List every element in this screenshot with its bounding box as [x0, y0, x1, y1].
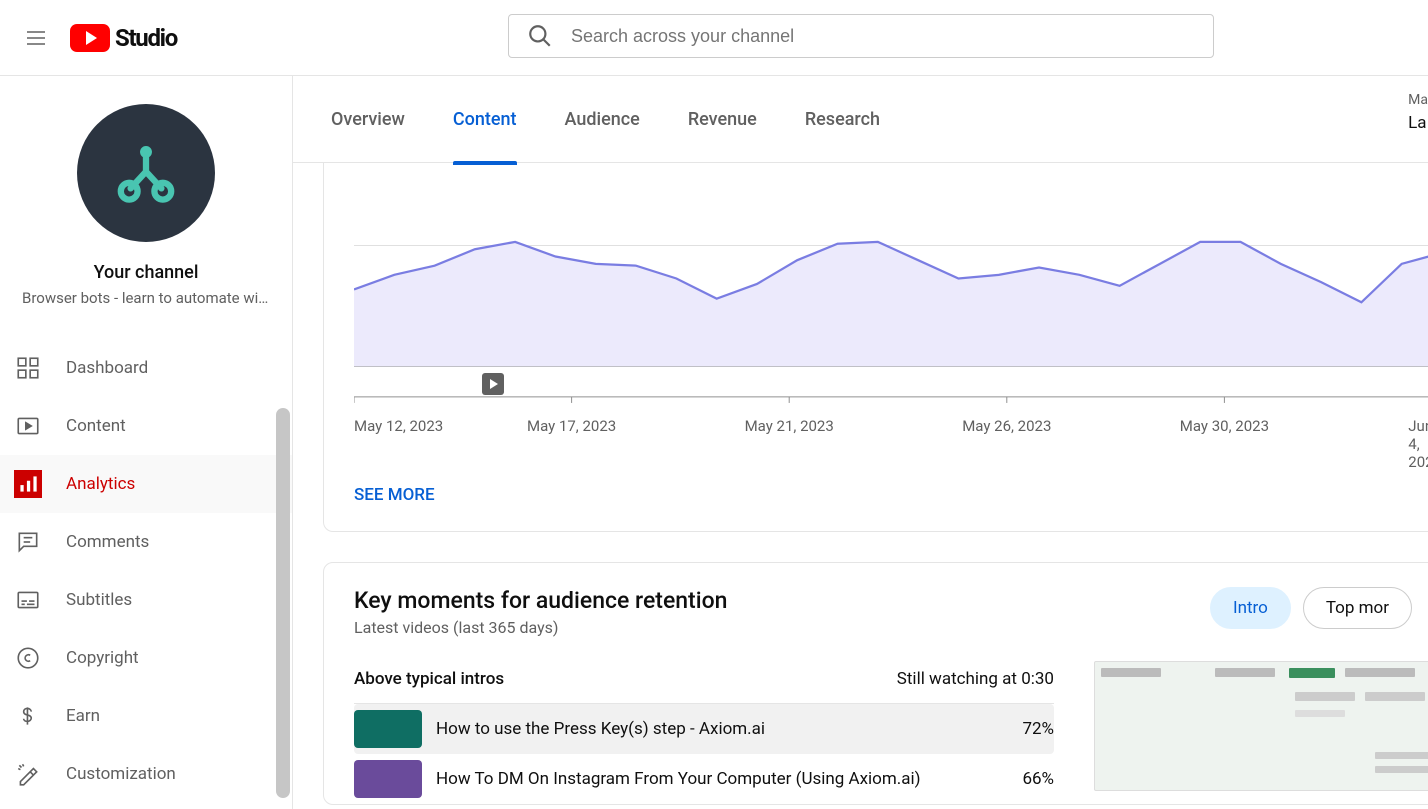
studio-wordmark: Studio [115, 24, 177, 52]
km-header-left: Above typical intros [354, 669, 504, 689]
sidebar-item-label: Content [66, 416, 126, 436]
tab-overview[interactable]: Overview [331, 101, 405, 138]
x-tick-label: May 30, 2023 [1180, 417, 1269, 435]
content-icon [14, 412, 42, 440]
key-moments-subtitle: Latest videos (last 365 days) [354, 618, 727, 637]
sidebar-item-copyright[interactable]: Copyright [0, 629, 292, 687]
retention-percent: 66% [994, 769, 1054, 789]
earn-icon [14, 702, 42, 730]
tab-research[interactable]: Research [805, 101, 880, 138]
sidebar-item-dashboard[interactable]: Dashboard [0, 339, 292, 397]
sidebar-item-content[interactable]: Content [0, 397, 292, 455]
copyright-icon [14, 644, 42, 672]
sidebar-scrollbar[interactable] [276, 408, 290, 798]
sidebar-item-earn[interactable]: Earn [0, 687, 292, 745]
sidebar-item-label: Subtitles [66, 590, 132, 610]
channel-avatar[interactable] [77, 104, 215, 242]
sidebar-item-label: Earn [66, 706, 100, 726]
search-box[interactable] [508, 14, 1214, 58]
video-thumbnail [354, 760, 422, 798]
video-title: How To DM On Instagram From Your Compute… [436, 769, 994, 789]
search-input[interactable] [571, 26, 1195, 47]
your-channel-label: Your channel [14, 262, 278, 283]
analytics-tabs: Overview Content Audience Revenue Resear… [293, 76, 1428, 163]
see-more-button[interactable]: SEE MORE [324, 459, 1428, 531]
chart-x-axis-labels: May 12, 2023 May 17, 2023 May 21, 2023 May … [354, 417, 1428, 439]
sidebar-nav: Dashboard Content Analytics Comments Sub… [0, 339, 292, 803]
x-tick-label: May 12, 2023 [354, 417, 443, 435]
sidebar-item-label: Dashboard [66, 358, 148, 378]
key-moments-list: Above typical intros Still watching at 0… [354, 661, 1054, 804]
key-moments-row[interactable]: How To DM On Instagram From Your Compute… [354, 754, 1054, 804]
key-moments-title: Key moments for audience retention [354, 587, 727, 614]
sidebar-item-label: Comments [66, 532, 149, 552]
sidebar-item-label: Copyright [66, 648, 139, 668]
channel-summary: Your channel Browser bots - learn to aut… [0, 76, 292, 325]
tab-revenue[interactable]: Revenue [688, 101, 757, 138]
chip-intro[interactable]: Intro [1210, 587, 1291, 629]
dashboard-icon [14, 354, 42, 382]
views-line-chart[interactable] [354, 163, 1428, 407]
sidebar: Your channel Browser bots - learn to aut… [0, 76, 293, 809]
key-moments-chips: Intro Top mor [1210, 587, 1412, 629]
video-title: How to use the Press Key(s) step - Axiom… [436, 719, 994, 739]
menu-toggle-button[interactable] [16, 18, 56, 58]
channel-avatar-icon [111, 138, 181, 208]
tab-audience[interactable]: Audience [565, 101, 640, 138]
main-content: Overview Content Audience Revenue Resear… [293, 76, 1428, 809]
sidebar-item-subtitles[interactable]: Subtitles [0, 571, 292, 629]
analytics-icon [14, 470, 42, 498]
km-header-right: Still watching at 0:30 [897, 669, 1054, 689]
sidebar-item-comments[interactable]: Comments [0, 513, 292, 571]
x-tick-label: May 21, 2023 [745, 417, 834, 435]
views-chart-area: May 12, 2023 May 17, 2023 May 21, 2023 May … [324, 163, 1428, 459]
tab-content[interactable]: Content [453, 101, 517, 138]
x-tick-label: May 17, 2023 [527, 417, 616, 435]
search-icon [527, 23, 553, 49]
comments-icon [14, 528, 42, 556]
sidebar-item-analytics[interactable]: Analytics [0, 455, 292, 513]
video-preview-thumbnail[interactable] [1094, 661, 1428, 791]
retention-percent: 72% [994, 719, 1054, 739]
sidebar-item-label: Analytics [66, 474, 135, 494]
date-range-partial: Ma La [1408, 90, 1428, 137]
hamburger-icon [24, 26, 48, 50]
chip-top-moments[interactable]: Top mor [1303, 587, 1412, 629]
sidebar-item-label: Customization [66, 764, 176, 784]
subtitles-icon [14, 586, 42, 614]
key-moments-card: Key moments for audience retention Lates… [323, 562, 1428, 805]
video-thumbnail [354, 710, 422, 748]
app-header: Studio [0, 0, 1428, 76]
customization-icon [14, 760, 42, 788]
x-tick-label: Jun 4, 2023 [1408, 417, 1428, 471]
views-chart-panel: May 12, 2023 May 17, 2023 May 21, 2023 May … [323, 163, 1428, 532]
channel-name-text: Browser bots - learn to automate wit… [14, 289, 278, 307]
youtube-play-icon [70, 24, 110, 52]
x-tick-label: May 26, 2023 [962, 417, 1051, 435]
sidebar-item-customization[interactable]: Customization [0, 745, 292, 803]
play-marker-icon[interactable] [482, 373, 504, 395]
key-moments-preview [1094, 661, 1412, 804]
studio-logo[interactable]: Studio [70, 24, 177, 52]
key-moments-row[interactable]: How to use the Press Key(s) step - Axiom… [354, 704, 1054, 754]
